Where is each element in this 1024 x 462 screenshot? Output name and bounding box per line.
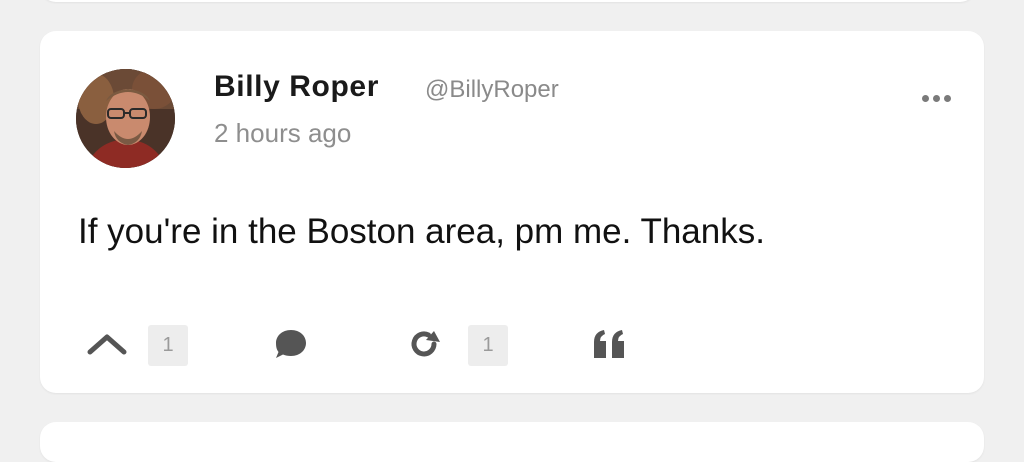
author-name[interactable]: Billy Roper bbox=[214, 70, 379, 104]
avatar-photo bbox=[76, 69, 175, 168]
post-timestamp[interactable]: 2 hours ago bbox=[214, 118, 351, 149]
next-post-card bbox=[40, 422, 984, 462]
more-dot bbox=[943, 94, 951, 102]
post-body-text: If you're in the Boston area, pm me. Tha… bbox=[78, 212, 765, 251]
refresh-icon bbox=[411, 331, 440, 357]
author-avatar[interactable] bbox=[76, 69, 175, 168]
comment-button[interactable] bbox=[273, 322, 309, 366]
author-handle[interactable]: @BillyRoper bbox=[425, 76, 559, 104]
previous-post-card bbox=[40, 0, 976, 2]
chevron-up-icon bbox=[87, 334, 127, 355]
upvote-button[interactable] bbox=[86, 322, 128, 366]
quote-icon bbox=[594, 330, 624, 358]
quote-button[interactable] bbox=[592, 322, 628, 366]
more-options-icon[interactable] bbox=[916, 88, 956, 108]
more-dot bbox=[932, 94, 940, 102]
more-dot bbox=[921, 94, 929, 102]
repost-button[interactable] bbox=[406, 322, 442, 366]
upvote-count: 1 bbox=[148, 325, 188, 366]
repost-count: 1 bbox=[468, 325, 508, 366]
speech-bubble-icon bbox=[276, 330, 306, 358]
